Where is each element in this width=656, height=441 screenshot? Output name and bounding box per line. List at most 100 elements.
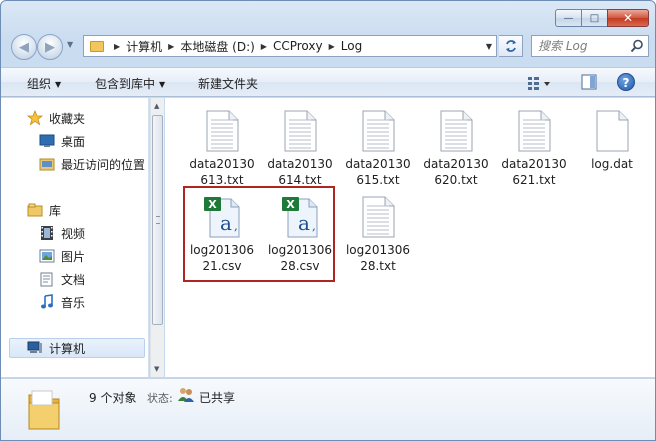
search-input[interactable] — [532, 36, 628, 56]
sidebar-item-favorites[interactable]: 收藏夹 — [26, 108, 86, 128]
file-item[interactable]: log201306 28.txt — [339, 186, 417, 274]
search-box[interactable] — [531, 35, 649, 57]
maximize-button[interactable]: □ — [581, 9, 607, 27]
command-bar: 组织 ▼ 包含到库中 ▼ 新建文件夹 ? — [1, 67, 655, 97]
sidebar-item-documents[interactable]: 文档 — [39, 269, 85, 289]
excel-csv-file-icon: a, X — [282, 196, 318, 238]
preview-pane-button[interactable] — [581, 74, 597, 90]
desktop-icon — [39, 133, 55, 149]
sidebar-item-pictures[interactable]: 图片 — [39, 246, 85, 266]
file-item[interactable]: data20130 613.txt — [183, 100, 261, 188]
sidebar-item-computer[interactable]: 计算机 — [27, 338, 85, 358]
include-in-library-menu[interactable]: 包含到库中 ▼ — [95, 75, 165, 92]
chevron-down-icon: ▼ — [55, 80, 62, 89]
file-name-line: 28.csv — [280, 259, 320, 273]
file-name-line: data20130 — [189, 157, 255, 171]
explorer-window: — □ ✕ ◀ ▶ ▼ ▶ 计算机 ▶ 本地磁盘 (D:) ▶ CCProxy … — [0, 0, 656, 441]
back-button[interactable]: ◀ — [11, 34, 37, 60]
item-count: 9 个对象 — [89, 391, 137, 405]
file-name-line: log.dat — [591, 157, 633, 171]
svg-text:,: , — [312, 219, 316, 233]
text-file-icon — [360, 196, 396, 238]
minimize-button[interactable]: — — [555, 9, 581, 27]
document-icon — [39, 271, 55, 287]
state-value: 已共享 — [199, 391, 236, 405]
chevron-right-icon[interactable]: ▶ — [329, 42, 335, 51]
close-button[interactable]: ✕ — [607, 9, 649, 27]
sidebar-item-label: 文档 — [61, 272, 86, 287]
sidebar-item-label: 计算机 — [49, 341, 86, 356]
refresh-button[interactable] — [499, 35, 523, 57]
file-name: data20130 613.txt — [183, 156, 261, 188]
sidebar-item-recent-places[interactable]: 最近访问的位置 — [39, 154, 145, 174]
organize-label: 组织 — [27, 77, 52, 91]
scrollbar-thumb[interactable] — [152, 115, 163, 325]
recent-places-icon — [39, 156, 55, 172]
file-item[interactable]: data20130 621.txt — [495, 100, 573, 188]
file-item[interactable]: data20130 620.txt — [417, 100, 495, 188]
file-name-line: log201306 — [189, 243, 255, 257]
breadcrumb-item-log[interactable]: Log — [341, 39, 362, 53]
breadcrumb: ▶ 计算机 ▶ 本地磁盘 (D:) ▶ CCProxy ▶ Log — [108, 36, 362, 56]
search-icon[interactable] — [630, 39, 644, 53]
help-button[interactable]: ? — [617, 73, 635, 91]
library-icon — [27, 202, 43, 218]
forward-button[interactable]: ▶ — [37, 34, 63, 60]
svg-text:X: X — [208, 198, 217, 211]
file-name-line: data20130 — [423, 157, 489, 171]
folder-icon — [28, 390, 60, 430]
svg-text:X: X — [286, 198, 295, 211]
shared-users-icon — [178, 388, 194, 402]
sidebar-item-label: 音乐 — [61, 295, 86, 310]
recent-pages-dropdown[interactable]: ▼ — [67, 40, 73, 49]
picture-icon — [39, 248, 55, 264]
sidebar-item-music[interactable]: 音乐 — [39, 292, 85, 312]
file-name: log201306 28.csv — [261, 242, 339, 274]
state-label: 状态: — [147, 392, 173, 405]
forward-arrow-icon: ▶ — [45, 39, 55, 55]
breadcrumb-item-ccproxy[interactable]: CCProxy — [273, 39, 323, 53]
breadcrumb-item-drive-d[interactable]: 本地磁盘 (D:) — [180, 38, 254, 55]
chevron-right-icon[interactable]: ▶ — [168, 42, 174, 51]
sidebar-item-label: 图片 — [61, 249, 86, 264]
chevron-down-icon: ▼ — [159, 80, 166, 89]
file-name-line: log201306 — [267, 243, 333, 257]
sidebar-item-libraries[interactable]: 库 — [27, 200, 61, 220]
organize-menu[interactable]: 组织 ▼ — [27, 75, 61, 92]
file-name: data20130 621.txt — [495, 156, 573, 188]
file-name-line: data20130 — [267, 157, 333, 171]
computer-icon — [27, 340, 43, 356]
file-name: data20130 615.txt — [339, 156, 417, 188]
refresh-icon — [505, 40, 516, 52]
navigation-bar: ◀ ▶ ▼ ▶ 计算机 ▶ 本地磁盘 (D:) ▶ CCProxy ▶ Log … — [9, 33, 649, 61]
sidebar-item-label: 库 — [49, 203, 62, 218]
svg-text:a: a — [220, 211, 232, 235]
address-dropdown-icon[interactable]: ▼ — [486, 42, 492, 51]
scroll-up-icon[interactable]: ▲ — [154, 102, 159, 110]
chevron-right-icon[interactable]: ▶ — [261, 42, 267, 51]
address-bar[interactable]: ▶ 计算机 ▶ 本地磁盘 (D:) ▶ CCProxy ▶ Log ▼ — [83, 35, 497, 57]
change-view-button[interactable] — [527, 75, 551, 91]
file-item[interactable]: a, Xlog201306 21.csv — [183, 186, 261, 274]
navigation-pane-scrollbar[interactable]: ▲ ▼ — [150, 98, 164, 377]
sidebar-item-videos[interactable]: 视频 — [39, 223, 85, 243]
chevron-right-icon[interactable]: ▶ — [114, 42, 120, 51]
new-folder-button[interactable]: 新建文件夹 — [198, 75, 258, 92]
scroll-down-icon[interactable]: ▼ — [154, 365, 159, 373]
sidebar-item-label: 最近访问的位置 — [61, 157, 146, 172]
sidebar-item-label: 收藏夹 — [49, 111, 86, 126]
file-item[interactable]: a, Xlog201306 28.csv — [261, 186, 339, 274]
blank-file-icon — [594, 110, 630, 152]
svg-text:a: a — [298, 211, 310, 235]
file-name-line: log201306 — [345, 243, 411, 257]
breadcrumb-item-computer[interactable]: 计算机 — [126, 38, 162, 55]
file-item[interactable]: log.dat — [573, 100, 651, 172]
file-item[interactable]: data20130 614.txt — [261, 100, 339, 188]
file-list: data20130 613.txt data20130 614.txt data2013… — [165, 98, 655, 377]
sidebar-item-label: 视频 — [61, 226, 86, 241]
svg-text:,: , — [234, 219, 238, 233]
text-file-icon — [516, 110, 552, 152]
file-item[interactable]: data20130 615.txt — [339, 100, 417, 188]
text-file-icon — [438, 110, 474, 152]
sidebar-item-desktop[interactable]: 桌面 — [39, 131, 85, 151]
